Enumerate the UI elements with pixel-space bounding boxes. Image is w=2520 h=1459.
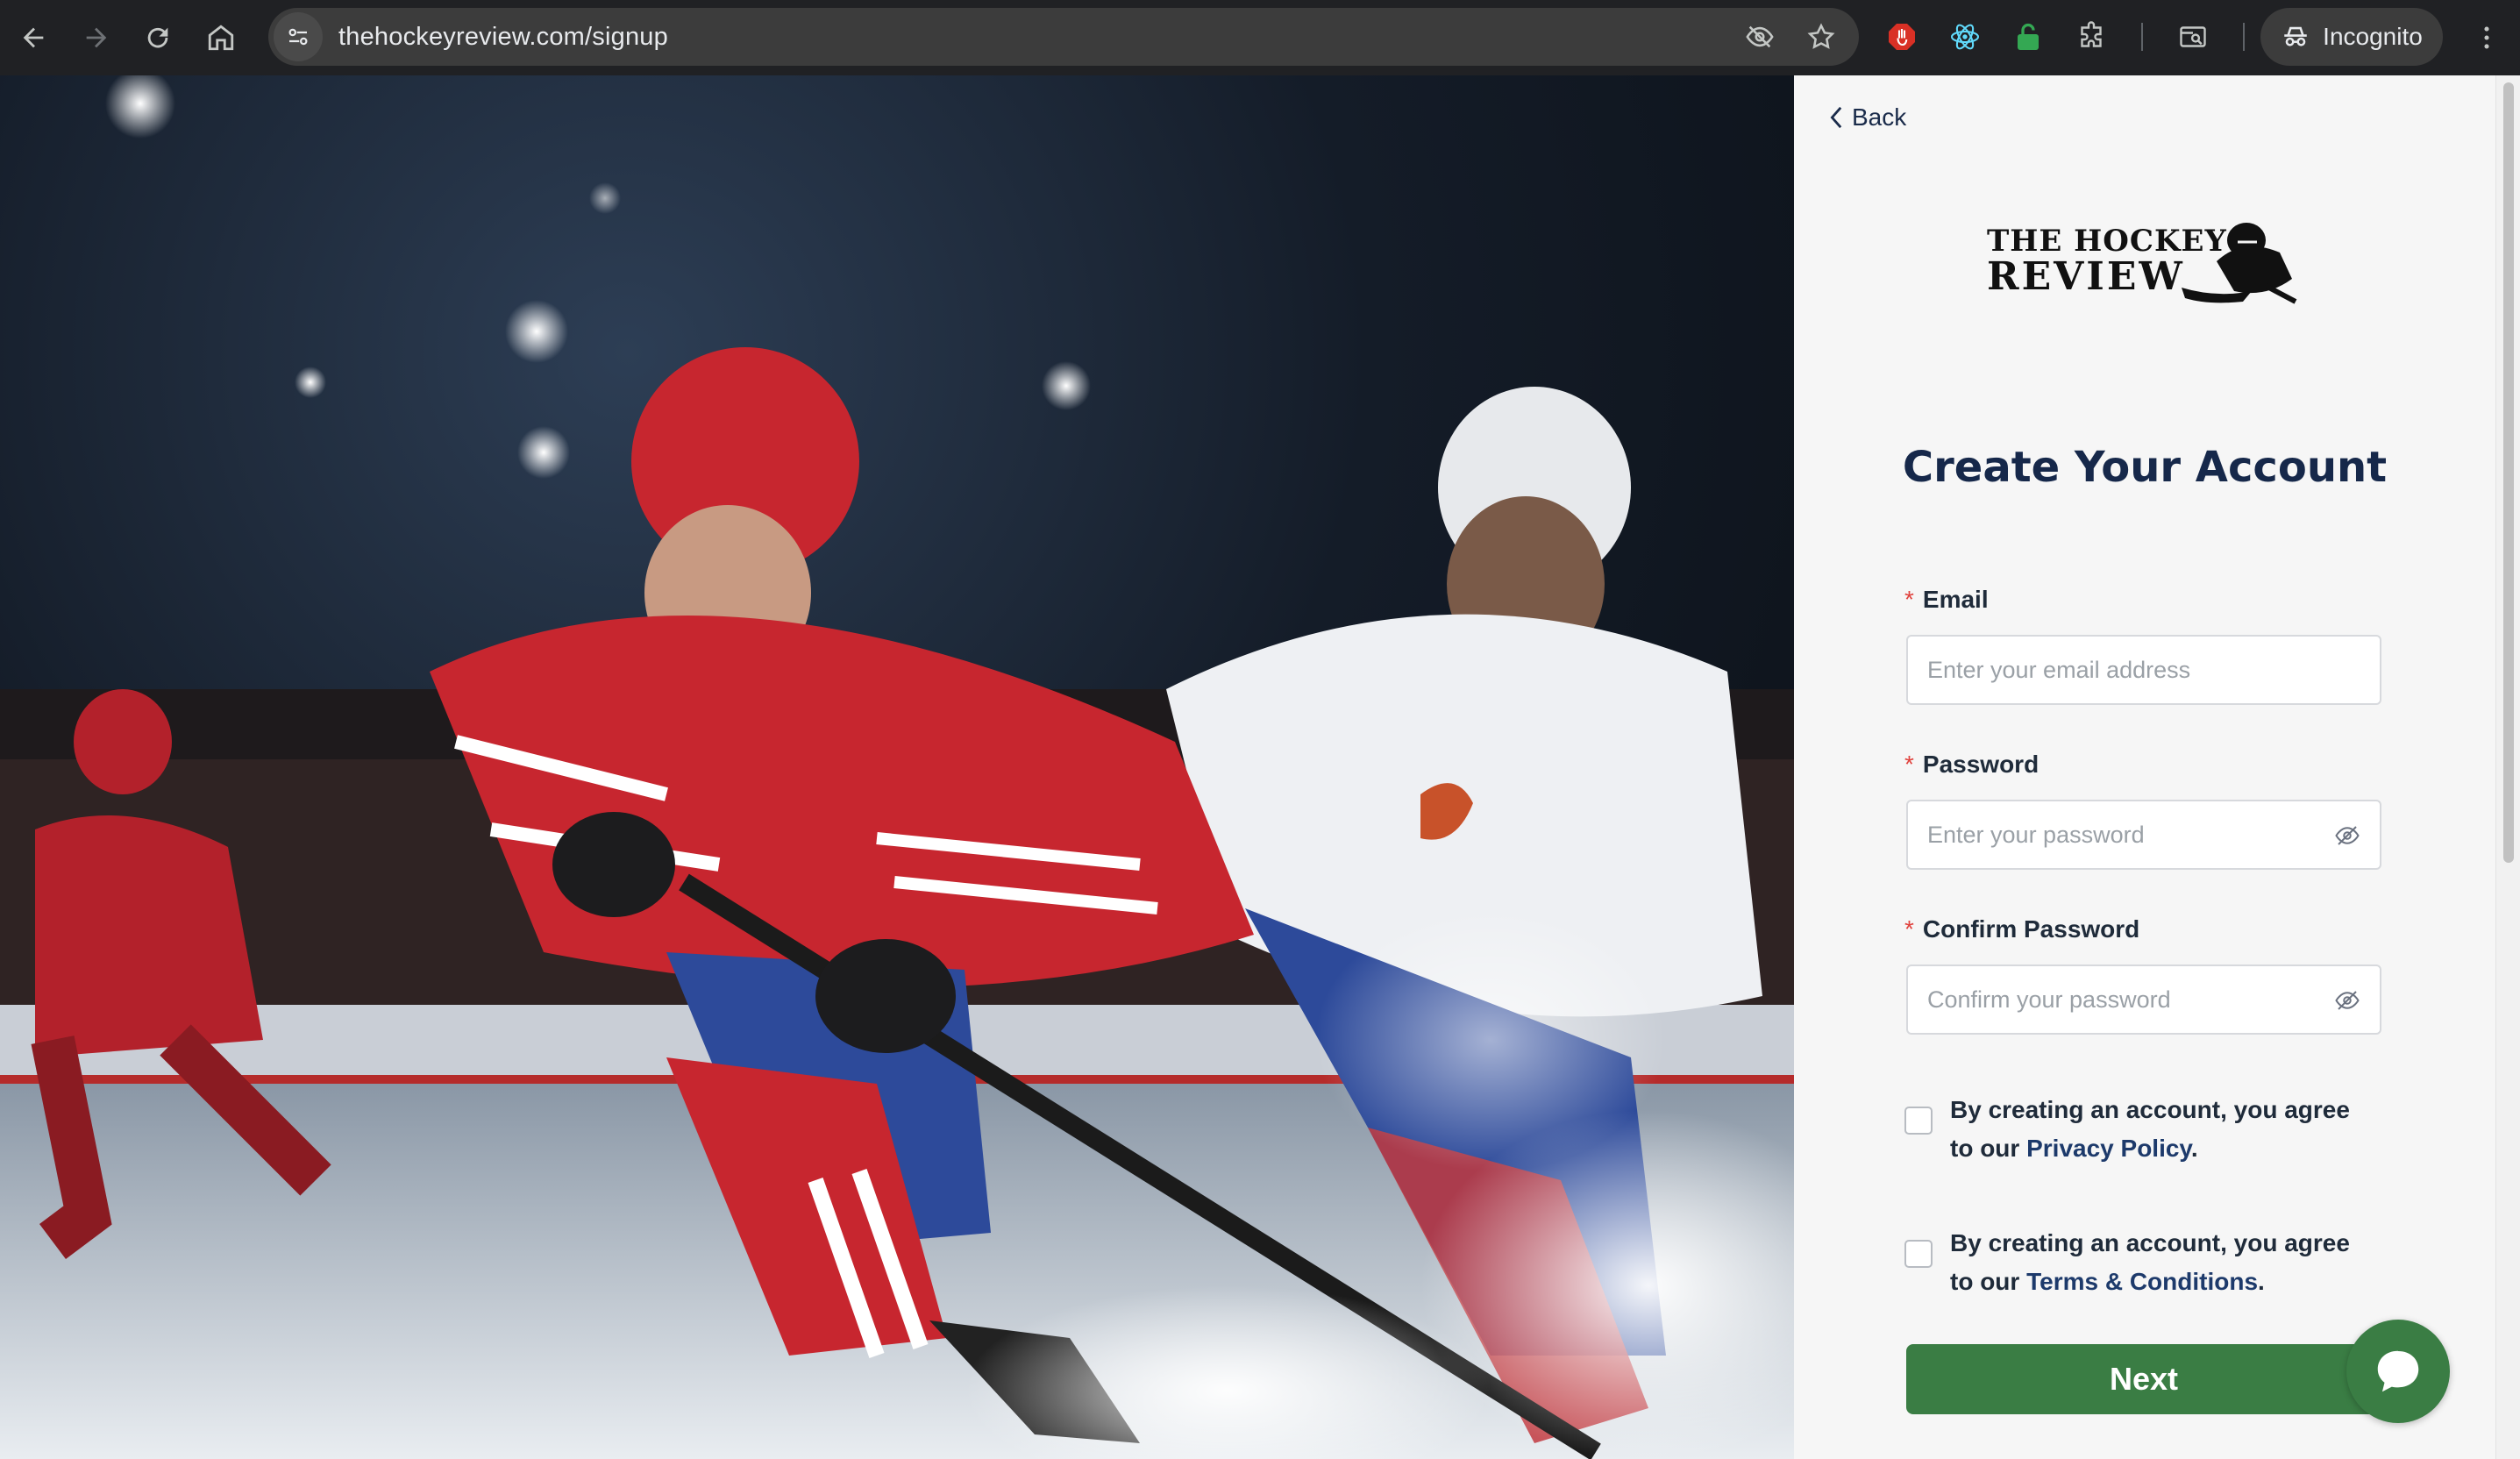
next-button[interactable]: Next xyxy=(1906,1344,2381,1414)
toolbar-divider xyxy=(2243,23,2245,51)
reload-button[interactable] xyxy=(132,11,184,64)
incognito-badge[interactable]: Incognito xyxy=(2260,8,2443,66)
chat-widget-button[interactable] xyxy=(2346,1320,2450,1423)
extensions-area xyxy=(1876,11,2257,62)
password-label-text: Password xyxy=(1922,751,2039,778)
back-link[interactable]: Back xyxy=(1827,103,1906,132)
site-logo: THE HOCKEY REVIEW xyxy=(1987,217,2303,305)
email-field[interactable] xyxy=(1906,635,2381,705)
required-marker: * xyxy=(1904,915,1914,943)
star-icon xyxy=(1807,23,1835,49)
privacy-policy-link[interactable]: Privacy Policy xyxy=(2026,1135,2191,1162)
tracking-protection-button[interactable] xyxy=(1738,15,1782,59)
extensions-menu-button[interactable] xyxy=(2066,11,2117,62)
reload-icon xyxy=(147,27,168,48)
terms-conditions-link[interactable]: Terms & Conditions xyxy=(2026,1268,2258,1295)
toolbar-divider xyxy=(2141,23,2143,51)
incognito-icon xyxy=(2284,26,2307,46)
eye-off-icon xyxy=(1746,25,1774,48)
forward-arrow-icon xyxy=(86,27,107,48)
menu-icon xyxy=(2484,26,2489,49)
privacy-checkbox[interactable] xyxy=(1904,1107,1933,1135)
email-label: * Email xyxy=(1904,586,1989,614)
email-label-text: Email xyxy=(1922,586,1989,613)
stop-hand-icon xyxy=(1889,24,1915,50)
extension-react-devtools[interactable] xyxy=(1940,11,1990,62)
url-text[interactable]: thehockeyreview.com/signup xyxy=(338,23,668,52)
site-info-button[interactable] xyxy=(274,12,323,61)
hero-image xyxy=(0,75,1794,1459)
lock-icon xyxy=(2018,23,2039,50)
chevron-left-icon xyxy=(1830,106,1842,129)
hockey-player-logo-icon xyxy=(2182,223,2297,304)
required-marker: * xyxy=(1904,751,1914,778)
eye-off-icon[interactable] xyxy=(2334,987,2360,1014)
page-title: Create Your Account xyxy=(1902,443,2388,492)
extension-lock[interactable] xyxy=(2003,11,2054,62)
terms-checkbox[interactable] xyxy=(1904,1240,1933,1268)
browser-menu-button[interactable] xyxy=(2460,11,2513,64)
required-marker: * xyxy=(1904,586,1914,613)
home-button[interactable] xyxy=(195,11,247,64)
hockey-players-illustration xyxy=(0,75,1794,1459)
terms-consent-row: By creating an account, you agree to our… xyxy=(1904,1224,2378,1301)
tab-search-icon xyxy=(2180,26,2206,47)
bookmark-button[interactable] xyxy=(1799,15,1843,59)
scrollbar-thumb[interactable] xyxy=(2503,82,2514,863)
extension-adblock[interactable] xyxy=(1876,11,1927,62)
privacy-consent-suffix: . xyxy=(2190,1135,2198,1162)
privacy-consent-text: By creating an account, you agree to our… xyxy=(1950,1091,2378,1168)
privacy-consent-row: By creating an account, you agree to our… xyxy=(1904,1091,2378,1168)
browser-toolbar: thehockeyreview.com/signup Incognito xyxy=(0,0,2520,75)
react-icon xyxy=(1950,24,1980,50)
confirm-password-field[interactable] xyxy=(1906,964,2381,1035)
page-scrollbar[interactable] xyxy=(2495,75,2520,1459)
password-input[interactable] xyxy=(1908,801,2380,868)
back-nav-button[interactable] xyxy=(7,11,60,64)
chat-icon xyxy=(2377,1350,2419,1392)
eye-off-icon[interactable] xyxy=(2334,822,2360,849)
password-label: * Password xyxy=(1904,751,2039,779)
password-field[interactable] xyxy=(1906,800,2381,870)
home-icon xyxy=(208,25,234,51)
site-info-icon xyxy=(288,28,308,46)
incognito-label: Incognito xyxy=(2323,23,2423,50)
email-input[interactable] xyxy=(1908,637,2380,703)
extension-icon xyxy=(2081,21,2102,47)
terms-consent-text: By creating an account, you agree to our… xyxy=(1950,1224,2378,1301)
forward-nav-button[interactable] xyxy=(70,11,123,64)
terms-consent-suffix: . xyxy=(2258,1268,2265,1295)
confirm-password-label-text: Confirm Password xyxy=(1922,915,2140,943)
confirm-password-label: * Confirm Password xyxy=(1904,915,2139,943)
back-arrow-icon xyxy=(23,27,44,48)
tab-search-button[interactable] xyxy=(2168,11,2218,62)
back-label: Back xyxy=(1852,103,1907,131)
address-bar[interactable]: thehockeyreview.com/signup xyxy=(268,8,1859,66)
confirm-password-input[interactable] xyxy=(1908,966,2380,1033)
